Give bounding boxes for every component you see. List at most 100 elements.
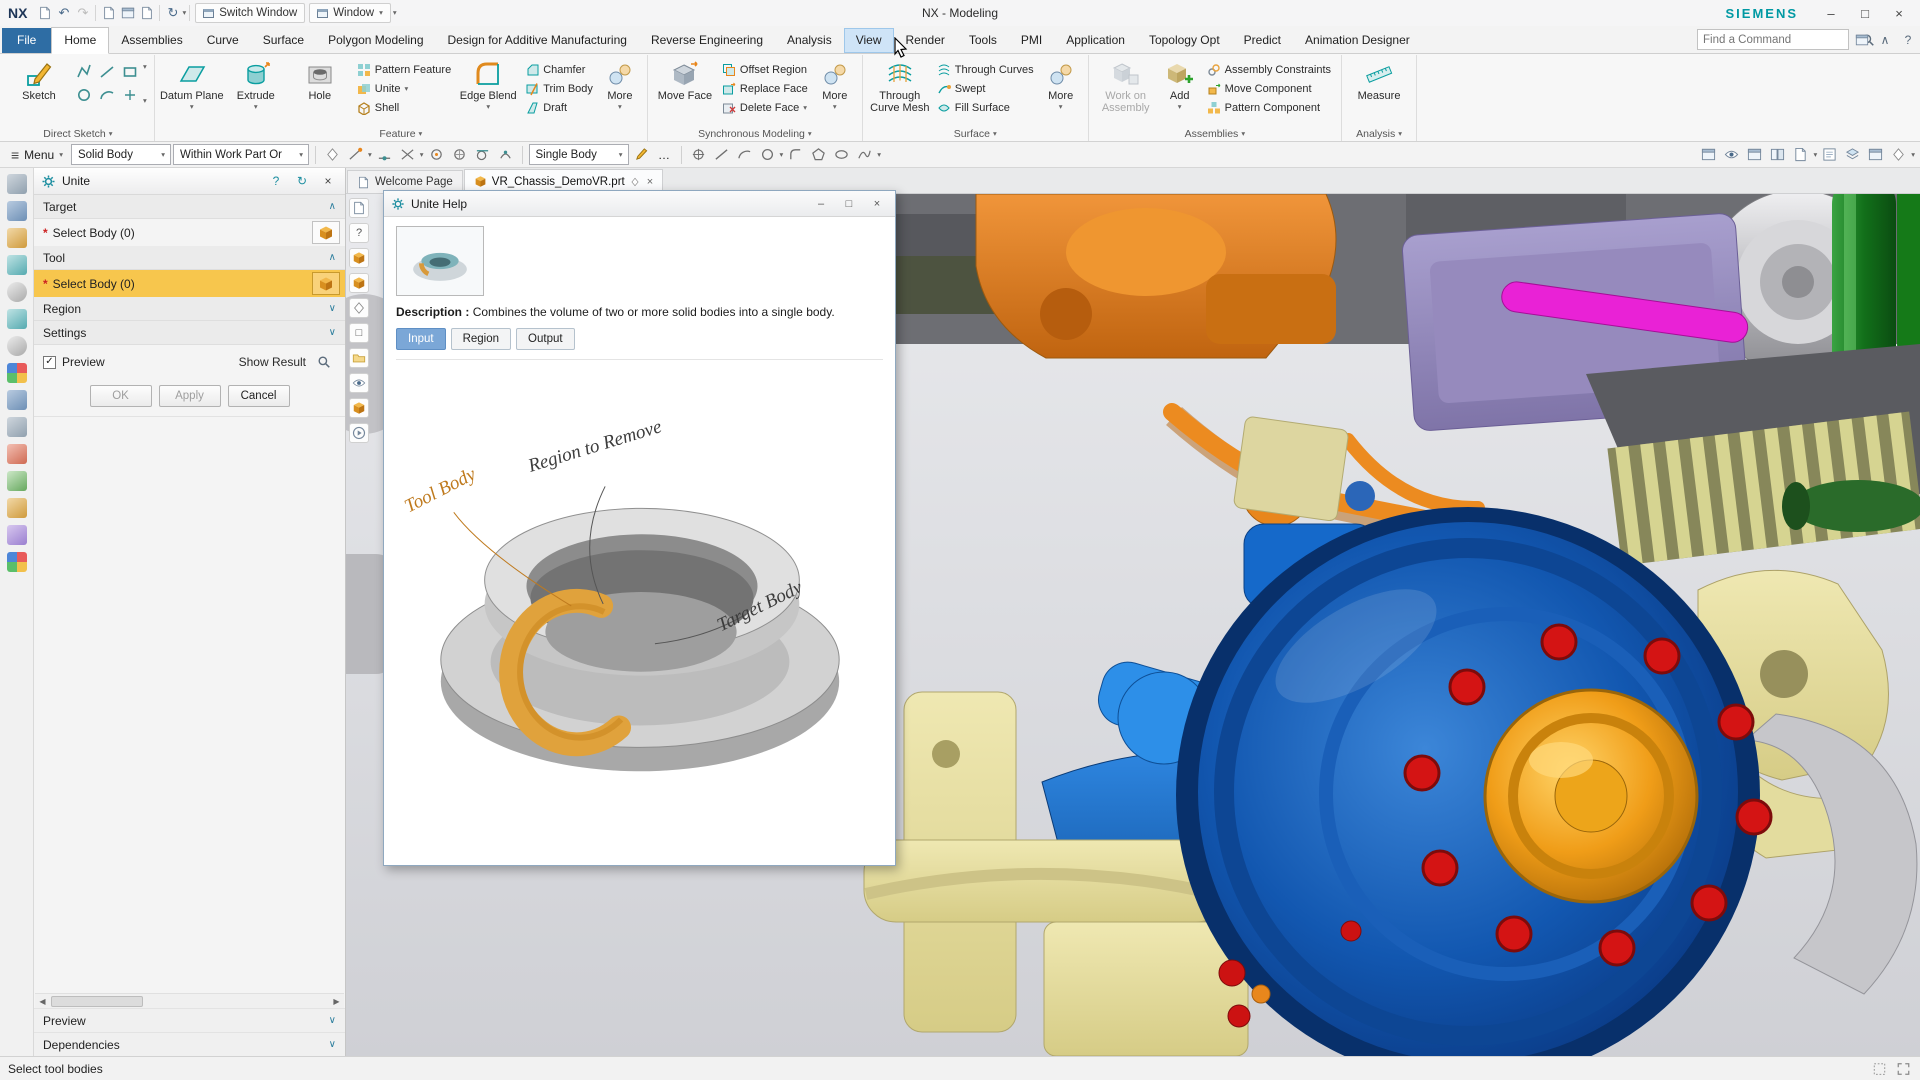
apply-button[interactable]: Apply xyxy=(158,385,221,407)
extrude-button[interactable]: Extrude ▾ xyxy=(224,57,288,111)
expand-view-icon[interactable] xyxy=(1894,1061,1912,1077)
snap-intersection-icon[interactable] xyxy=(397,144,418,165)
line-icon[interactable] xyxy=(96,61,118,83)
chevron-down-icon[interactable]: ▾ xyxy=(1813,150,1817,159)
edge-blend-button[interactable]: Edge Blend ▾ xyxy=(456,57,520,111)
point-tool-icon[interactable] xyxy=(688,144,709,165)
shaded-cube-icon[interactable] xyxy=(349,273,369,293)
preview-checkbox[interactable]: ✓ xyxy=(43,355,56,369)
dialog-reset-icon[interactable]: ↻ xyxy=(292,171,312,191)
rectangle-icon[interactable] xyxy=(119,61,141,83)
cut-icon[interactable] xyxy=(99,4,118,23)
snap-node-icon[interactable] xyxy=(495,144,516,165)
scroll-right-arrow[interactable]: ▶ xyxy=(329,995,344,1008)
chevron-down-icon[interactable]: ▾ xyxy=(420,150,424,159)
group-label-synchronous-modeling[interactable]: Synchronous Modeling ▾ xyxy=(648,128,862,140)
close-tab-icon[interactable]: × xyxy=(647,176,653,188)
visualization-icon[interactable] xyxy=(6,363,27,383)
replace-face-button[interactable]: Replace Face xyxy=(717,79,813,98)
unite-dialog-header[interactable]: Unite ? ↻ × xyxy=(34,168,345,195)
chamfer-button[interactable]: Chamfer xyxy=(520,60,598,79)
chevron-down-icon[interactable]: ▾ xyxy=(368,150,372,159)
dialog-close-icon[interactable]: × xyxy=(318,171,338,191)
redo-icon[interactable]: ↷ xyxy=(73,4,92,23)
panel-horizontal-scrollbar[interactable]: ◀ ▶ xyxy=(35,993,344,1008)
process-clock-icon[interactable] xyxy=(6,336,27,356)
eye-icon[interactable] xyxy=(349,373,369,393)
ribbon-tab-pmi[interactable]: PMI xyxy=(1009,28,1054,53)
group-label-feature[interactable]: Feature ▾ xyxy=(155,128,647,140)
group-label-surface[interactable]: Surface ▾ xyxy=(863,128,1088,140)
circle-icon[interactable] xyxy=(73,84,95,106)
snap-midpoint-icon[interactable] xyxy=(374,144,395,165)
delete-face-button[interactable]: Delete Face ▾ xyxy=(717,98,813,117)
sheets-icon[interactable] xyxy=(349,198,369,218)
measure-button[interactable]: Measure xyxy=(1347,57,1411,102)
square-icon[interactable]: □ xyxy=(349,323,369,343)
cancel-button[interactable]: Cancel xyxy=(227,385,290,407)
maximize-window-button[interactable]: □ xyxy=(1848,0,1882,26)
snap-point-icon[interactable] xyxy=(322,144,343,165)
tool-section-header[interactable]: Tool ∧ xyxy=(34,246,345,270)
part-navigator-icon[interactable] xyxy=(6,255,27,275)
unite-button[interactable]: Unite ▾ xyxy=(352,79,456,98)
selection-filter-dropdown[interactable]: Solid Body ▾ xyxy=(70,144,171,165)
pattern-feature-button[interactable]: Pattern Feature xyxy=(352,60,456,79)
region-section-header[interactable]: Region ∨ xyxy=(34,297,345,321)
pin-icon[interactable] xyxy=(6,417,27,437)
move-component-button[interactable]: Move Component xyxy=(1202,79,1336,98)
toolbar-overflow-icon[interactable]: ▾ xyxy=(393,9,397,17)
target-section-header[interactable]: Target ∧ xyxy=(34,195,345,219)
through-curves-button[interactable]: Through Curves xyxy=(932,60,1039,79)
window-cascade-icon[interactable] xyxy=(1744,144,1765,165)
ribbon-tab-animation-designer[interactable]: Animation Designer xyxy=(1293,28,1422,53)
profile-icon[interactable] xyxy=(73,61,95,83)
show-result-button[interactable] xyxy=(312,352,336,372)
view-manager-icon[interactable] xyxy=(1865,144,1886,165)
history-icon[interactable] xyxy=(6,309,27,329)
minimize-window-button[interactable]: – xyxy=(1814,0,1848,26)
info-icon[interactable] xyxy=(6,282,27,302)
work-on-assembly-button[interactable]: Work on Assembly xyxy=(1094,57,1158,114)
chart-icon[interactable] xyxy=(6,471,27,491)
folder-icon[interactable] xyxy=(349,348,369,368)
chevron-down-icon[interactable]: ▾ xyxy=(877,150,881,159)
surface-more-button[interactable]: More ▾ xyxy=(1039,57,1083,111)
ribbon-tab-surface[interactable]: Surface xyxy=(251,28,316,53)
switch-window-button[interactable]: Switch Window xyxy=(195,3,306,23)
snap-tangent-icon[interactable] xyxy=(472,144,493,165)
chevron-down-icon[interactable]: ▾ xyxy=(1911,150,1915,159)
ellipse-tool-icon[interactable] xyxy=(831,144,852,165)
offset-region-button[interactable]: Offset Region xyxy=(717,60,813,79)
information-window-icon[interactable] xyxy=(1819,144,1840,165)
unite-help-dialog[interactable]: Unite Help – □ × Description : Combines … xyxy=(383,190,896,866)
undo-icon[interactable]: ↶ xyxy=(54,4,73,23)
synchronous-more-button[interactable]: More ▾ xyxy=(813,57,857,111)
direct-sketch-overflow[interactable]: ▾ ▾ xyxy=(141,57,149,105)
region-section-button[interactable]: Region xyxy=(450,328,512,350)
target-select-body-row[interactable]: * Select Body (0) xyxy=(34,219,345,246)
dialog-help-icon[interactable]: ? xyxy=(266,171,286,191)
minimize-ribbon-icon[interactable]: ∧ xyxy=(1875,30,1895,50)
snap-endpoint-icon[interactable] xyxy=(345,144,366,165)
ribbon-tab-analysis[interactable]: Analysis xyxy=(775,28,844,53)
effects-icon[interactable] xyxy=(6,552,27,572)
repeat-command-icon[interactable]: ↻ xyxy=(163,4,182,23)
spline-tool-icon[interactable] xyxy=(854,144,875,165)
selection-scope-dropdown[interactable]: Within Work Part Or ▾ xyxy=(172,144,309,165)
line-tool-icon[interactable] xyxy=(711,144,732,165)
reuse-library-icon[interactable] xyxy=(6,390,27,410)
materials-icon[interactable] xyxy=(6,444,27,464)
menu-button[interactable]: ≡ Menu ▾ xyxy=(5,144,69,166)
assembly-navigator-icon[interactable] xyxy=(6,201,27,221)
play-circle-icon[interactable] xyxy=(349,423,369,443)
group-label-analysis[interactable]: Analysis ▾ xyxy=(1342,128,1416,140)
arc-icon[interactable] xyxy=(96,84,118,106)
ribbon-tab-application[interactable]: Application xyxy=(1054,28,1137,53)
help-close-icon[interactable]: × xyxy=(866,194,888,214)
touch-mode-icon[interactable] xyxy=(1888,144,1909,165)
help-minimize-icon[interactable]: – xyxy=(810,194,832,214)
ribbon-tab-file[interactable]: File xyxy=(2,28,52,53)
help-dialog-titlebar[interactable]: Unite Help – □ × xyxy=(384,191,895,217)
orange-cube-icon[interactable] xyxy=(349,398,369,418)
